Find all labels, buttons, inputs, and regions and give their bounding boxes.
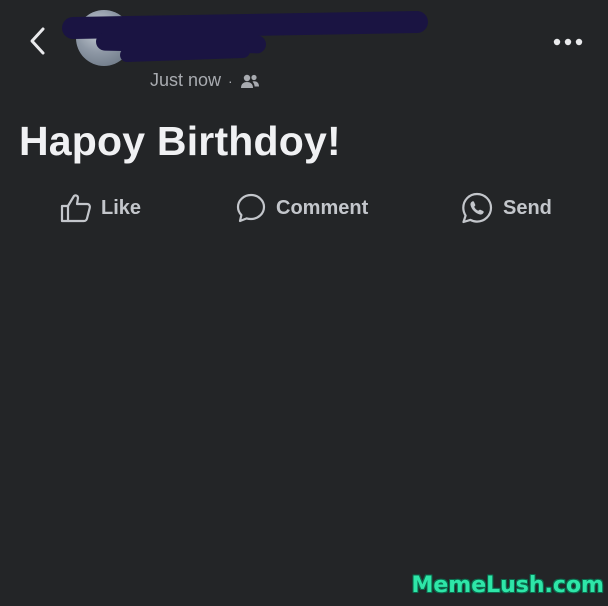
- post-actions-bar: Like Comment Send: [0, 186, 608, 230]
- chevron-left-icon: [30, 27, 45, 55]
- like-label: Like: [101, 196, 142, 219]
- more-options-button[interactable]: [550, 30, 586, 54]
- whatsapp-icon: [462, 192, 493, 224]
- comment-label: Comment: [276, 196, 369, 219]
- post-meta: Just now ·: [150, 70, 260, 91]
- back-button[interactable]: [22, 24, 52, 58]
- thumbs-up-icon: [60, 194, 92, 223]
- watermark: MemeLush.com: [411, 573, 604, 598]
- send-label: Send: [503, 196, 552, 219]
- like-button[interactable]: Like: [60, 186, 141, 230]
- comment-button[interactable]: Comment: [235, 186, 368, 230]
- comment-bubble-icon: [236, 193, 266, 223]
- meta-separator: ·: [228, 72, 233, 89]
- timestamp: Just now: [150, 70, 222, 90]
- more-horizontal-icon: [553, 38, 583, 46]
- post-text: Hapoy Birthdoy!: [19, 118, 341, 164]
- friends-icon: [240, 74, 259, 88]
- send-button[interactable]: Send: [460, 186, 552, 230]
